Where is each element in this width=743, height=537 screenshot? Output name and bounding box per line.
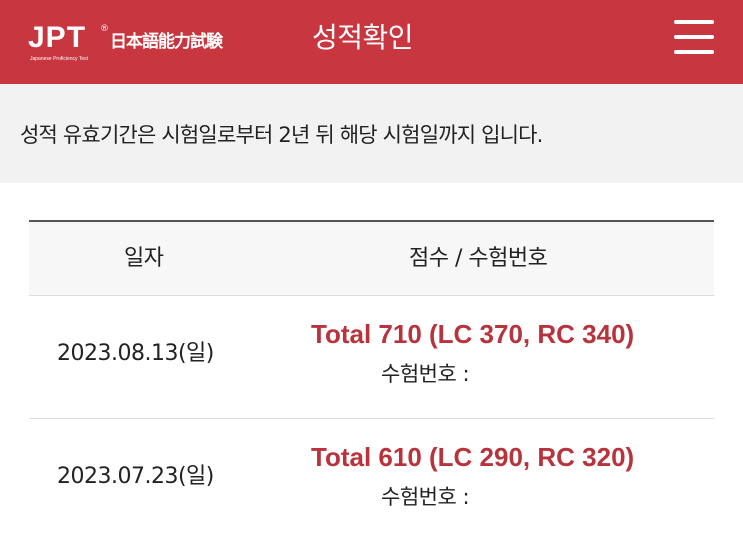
jpt-logo[interactable]: JPT ® 日本語能力試験 Japanese Proficiency Test xyxy=(28,20,238,66)
menu-line xyxy=(674,20,714,24)
logo-registered-mark: ® xyxy=(100,24,109,34)
page-title: 성적확인 xyxy=(312,21,414,54)
column-header-date: 일자 xyxy=(124,246,164,271)
exam-date: 2023.08.13(일) xyxy=(57,341,214,366)
notice-text: 성적 유효기간은 시험일로부터 2년 뒤 해당 시험일까지 입니다. xyxy=(20,123,543,147)
logo-japanese-text: 日本語能力試験 xyxy=(110,32,223,52)
menu-line xyxy=(674,50,714,54)
exam-number-label: 수험번호 : xyxy=(381,485,470,509)
table-row: 2023.07.23(일) Total 610 (LC 290, RC 320)… xyxy=(29,419,714,537)
menu-line xyxy=(674,35,714,39)
logo-brand: JPT xyxy=(28,21,87,54)
hamburger-menu-icon[interactable] xyxy=(674,18,716,56)
app-header: JPT ® 日本語能力試験 Japanese Proficiency Test … xyxy=(0,0,743,84)
score-total: Total 610 (LC 290, RC 320) xyxy=(311,442,635,472)
table-row: 2023.08.13(일) Total 710 (LC 370, RC 340)… xyxy=(29,296,714,419)
exam-date: 2023.07.23(일) xyxy=(57,464,214,489)
exam-number-label: 수험번호 : xyxy=(381,362,470,386)
table-header: 일자 점수 / 수험번호 xyxy=(29,220,714,296)
validity-notice: 성적 유효기간은 시험일로부터 2년 뒤 해당 시험일까지 입니다. xyxy=(0,84,743,183)
column-header-score: 점수 / 수험번호 xyxy=(409,246,548,271)
score-total: Total 710 (LC 370, RC 340) xyxy=(311,319,635,349)
exam-number: 수험번호 : xyxy=(381,481,470,513)
logo-subtitle: Japanese Proficiency Test xyxy=(30,56,88,62)
exam-number: 수험번호 : xyxy=(381,358,470,390)
